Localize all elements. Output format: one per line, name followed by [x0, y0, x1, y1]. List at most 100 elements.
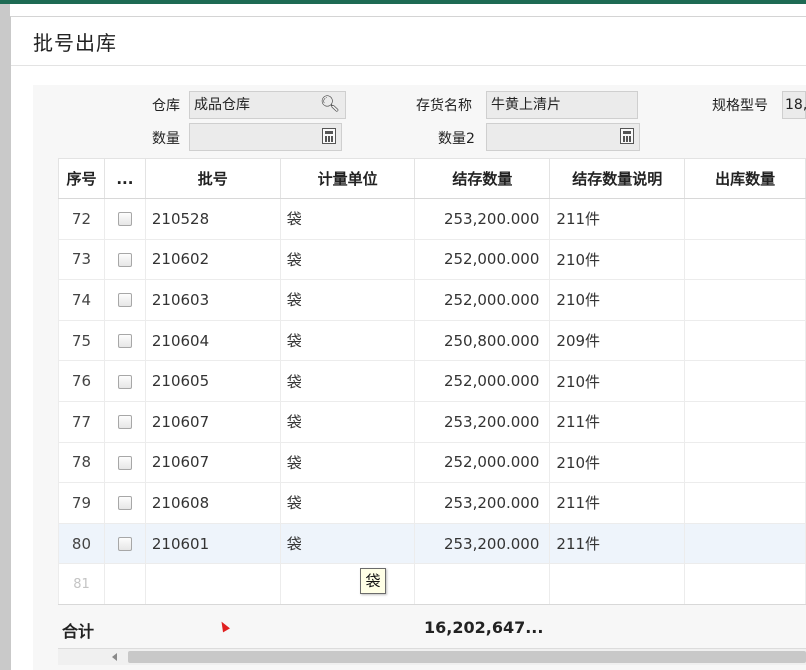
row-batch[interactable]: 210604	[144, 319, 281, 362]
row-unit[interactable]: 袋	[279, 522, 416, 565]
row-batch[interactable]	[144, 563, 281, 605]
row-batch[interactable]: 210528	[144, 198, 281, 240]
grid-header-row: 序号 ... 批号 计量单位 结存数量 结存数量说明 出库数量	[58, 158, 806, 199]
calculator-icon[interactable]	[322, 128, 336, 144]
row-batch[interactable]: 210608	[144, 482, 281, 524]
row-out-qty[interactable]	[684, 563, 806, 605]
row-checkbox[interactable]	[117, 415, 132, 430]
row-stock-desc[interactable]: 211件	[549, 522, 686, 565]
table-row[interactable]: 74 210603 袋 252,000.000 210件	[58, 279, 806, 321]
row-stock[interactable]: 252,000.000	[414, 279, 551, 321]
row-stock-desc[interactable]: 211件	[549, 400, 686, 443]
row-out-qty[interactable]	[684, 198, 806, 240]
row-stock[interactable]	[414, 563, 551, 605]
column-header-stock-desc[interactable]: 结存数量说明	[549, 158, 686, 199]
row-batch[interactable]: 210602	[144, 238, 281, 281]
row-checkbox[interactable]	[117, 212, 132, 227]
row-stock-desc[interactable]: 211件	[549, 198, 686, 240]
row-stock[interactable]: 250,800.000	[414, 319, 551, 362]
row-unit[interactable]: 袋	[279, 279, 416, 321]
row-stock[interactable]: 253,200.000	[414, 400, 551, 443]
row-batch[interactable]: 210603	[144, 279, 281, 321]
item-name-label: 存货名称	[416, 98, 472, 114]
row-stock-desc[interactable]: 209件	[549, 319, 686, 362]
row-unit[interactable]: 袋	[279, 319, 416, 362]
column-header-seq[interactable]: 序号	[58, 158, 105, 199]
table-row-new[interactable]: 81	[58, 563, 806, 605]
window-top-strip	[0, 0, 806, 4]
row-checkbox[interactable]	[117, 496, 132, 511]
row-out-qty[interactable]	[684, 522, 806, 565]
row-batch[interactable]: 210601	[144, 522, 281, 565]
table-row[interactable]: 79 210608 袋 253,200.000 211件	[58, 482, 806, 524]
row-checkbox[interactable]	[117, 334, 132, 349]
row-stock[interactable]: 253,200.000	[414, 482, 551, 524]
total-stock-value: 16,202,647...	[424, 618, 544, 637]
row-batch[interactable]: 210605	[144, 360, 281, 402]
row-batch[interactable]: 210607	[144, 400, 281, 443]
row-unit[interactable]: 袋	[279, 360, 416, 402]
row-stock-desc[interactable]: 210件	[549, 279, 686, 321]
cell-tooltip: 袋	[360, 568, 386, 594]
row-stock[interactable]: 252,000.000	[414, 360, 551, 402]
row-stock-desc[interactable]: 211件	[549, 482, 686, 524]
row-checkbox[interactable]	[117, 293, 132, 308]
table-row[interactable]: 77 210607 袋 253,200.000 211件	[58, 400, 806, 443]
table-row-selected[interactable]: 80 210601 袋 253,200.000 211件	[58, 522, 806, 565]
column-header-stock[interactable]: 结存数量	[414, 158, 551, 199]
row-out-qty[interactable]	[684, 400, 806, 443]
quantity2-input[interactable]	[486, 123, 640, 151]
scrollbar-thumb[interactable]	[128, 651, 806, 663]
row-out-qty[interactable]	[684, 441, 806, 484]
row-seq: 73	[58, 238, 105, 281]
item-name-value: 牛黄上清片	[491, 97, 561, 113]
table-row[interactable]: 78 210607 袋 252,000.000 210件	[58, 441, 806, 484]
row-out-qty[interactable]	[684, 360, 806, 402]
calculator-icon[interactable]	[620, 128, 634, 144]
row-out-qty[interactable]	[684, 238, 806, 281]
row-stock[interactable]: 253,200.000	[414, 198, 551, 240]
row-select-cell	[103, 400, 146, 443]
row-stock[interactable]: 253,200.000	[414, 522, 551, 565]
column-header-select[interactable]: ...	[103, 158, 146, 199]
row-stock-desc[interactable]: 210件	[549, 441, 686, 484]
row-unit[interactable]: 袋	[279, 482, 416, 524]
quantity-input[interactable]	[189, 123, 342, 151]
item-name-input[interactable]: 牛黄上清片	[486, 91, 638, 119]
row-unit[interactable]: 袋	[279, 238, 416, 281]
row-select-cell	[103, 563, 146, 605]
row-unit[interactable]: 袋	[279, 198, 416, 240]
scroll-left-icon[interactable]	[112, 653, 117, 661]
column-header-unit[interactable]: 计量单位	[279, 158, 416, 199]
table-row[interactable]: 72 210528 袋 253,200.000 211件	[58, 198, 806, 240]
spec-input[interactable]: 18,	[782, 91, 806, 119]
row-batch[interactable]: 210607	[144, 441, 281, 484]
table-row[interactable]: 76 210605 袋 252,000.000 210件	[58, 360, 806, 402]
row-seq: 81	[58, 563, 105, 605]
row-checkbox[interactable]	[117, 252, 132, 267]
table-row[interactable]: 73 210602 袋 252,000.000 210件	[58, 238, 806, 281]
row-stock-desc[interactable]: 210件	[549, 238, 686, 281]
table-row[interactable]: 75 210604 袋 250,800.000 209件	[58, 319, 806, 362]
column-header-batch[interactable]: 批号	[144, 158, 281, 199]
row-checkbox[interactable]	[117, 374, 132, 389]
row-stock[interactable]: 252,000.000	[414, 441, 551, 484]
column-header-out-qty[interactable]: 出库数量	[684, 158, 806, 199]
row-stock-desc[interactable]: 210件	[549, 360, 686, 402]
row-select-cell	[103, 360, 146, 402]
row-stock-desc[interactable]	[549, 563, 686, 605]
row-seq: 79	[58, 482, 105, 524]
horizontal-scrollbar[interactable]	[58, 648, 806, 665]
row-stock[interactable]: 252,000.000	[414, 238, 551, 281]
row-out-qty[interactable]	[684, 482, 806, 524]
warehouse-label: 仓库	[152, 98, 180, 114]
row-out-qty[interactable]	[684, 279, 806, 321]
row-unit[interactable]	[279, 563, 416, 605]
row-out-qty[interactable]	[684, 319, 806, 362]
warehouse-value: 成品仓库	[194, 97, 250, 113]
search-icon[interactable]: 🔍︎	[319, 93, 341, 115]
row-checkbox[interactable]	[117, 537, 132, 552]
row-unit[interactable]: 袋	[279, 441, 416, 484]
row-checkbox[interactable]	[117, 455, 132, 470]
row-unit[interactable]: 袋	[279, 400, 416, 443]
